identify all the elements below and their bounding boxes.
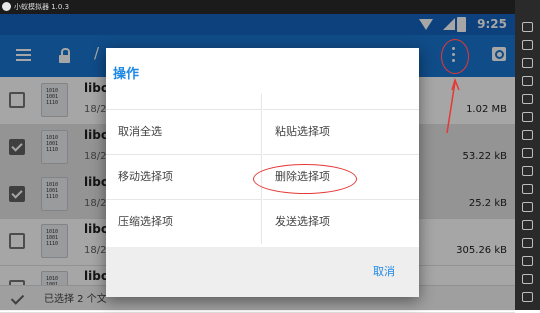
- annotation-arrow: [446, 77, 460, 134]
